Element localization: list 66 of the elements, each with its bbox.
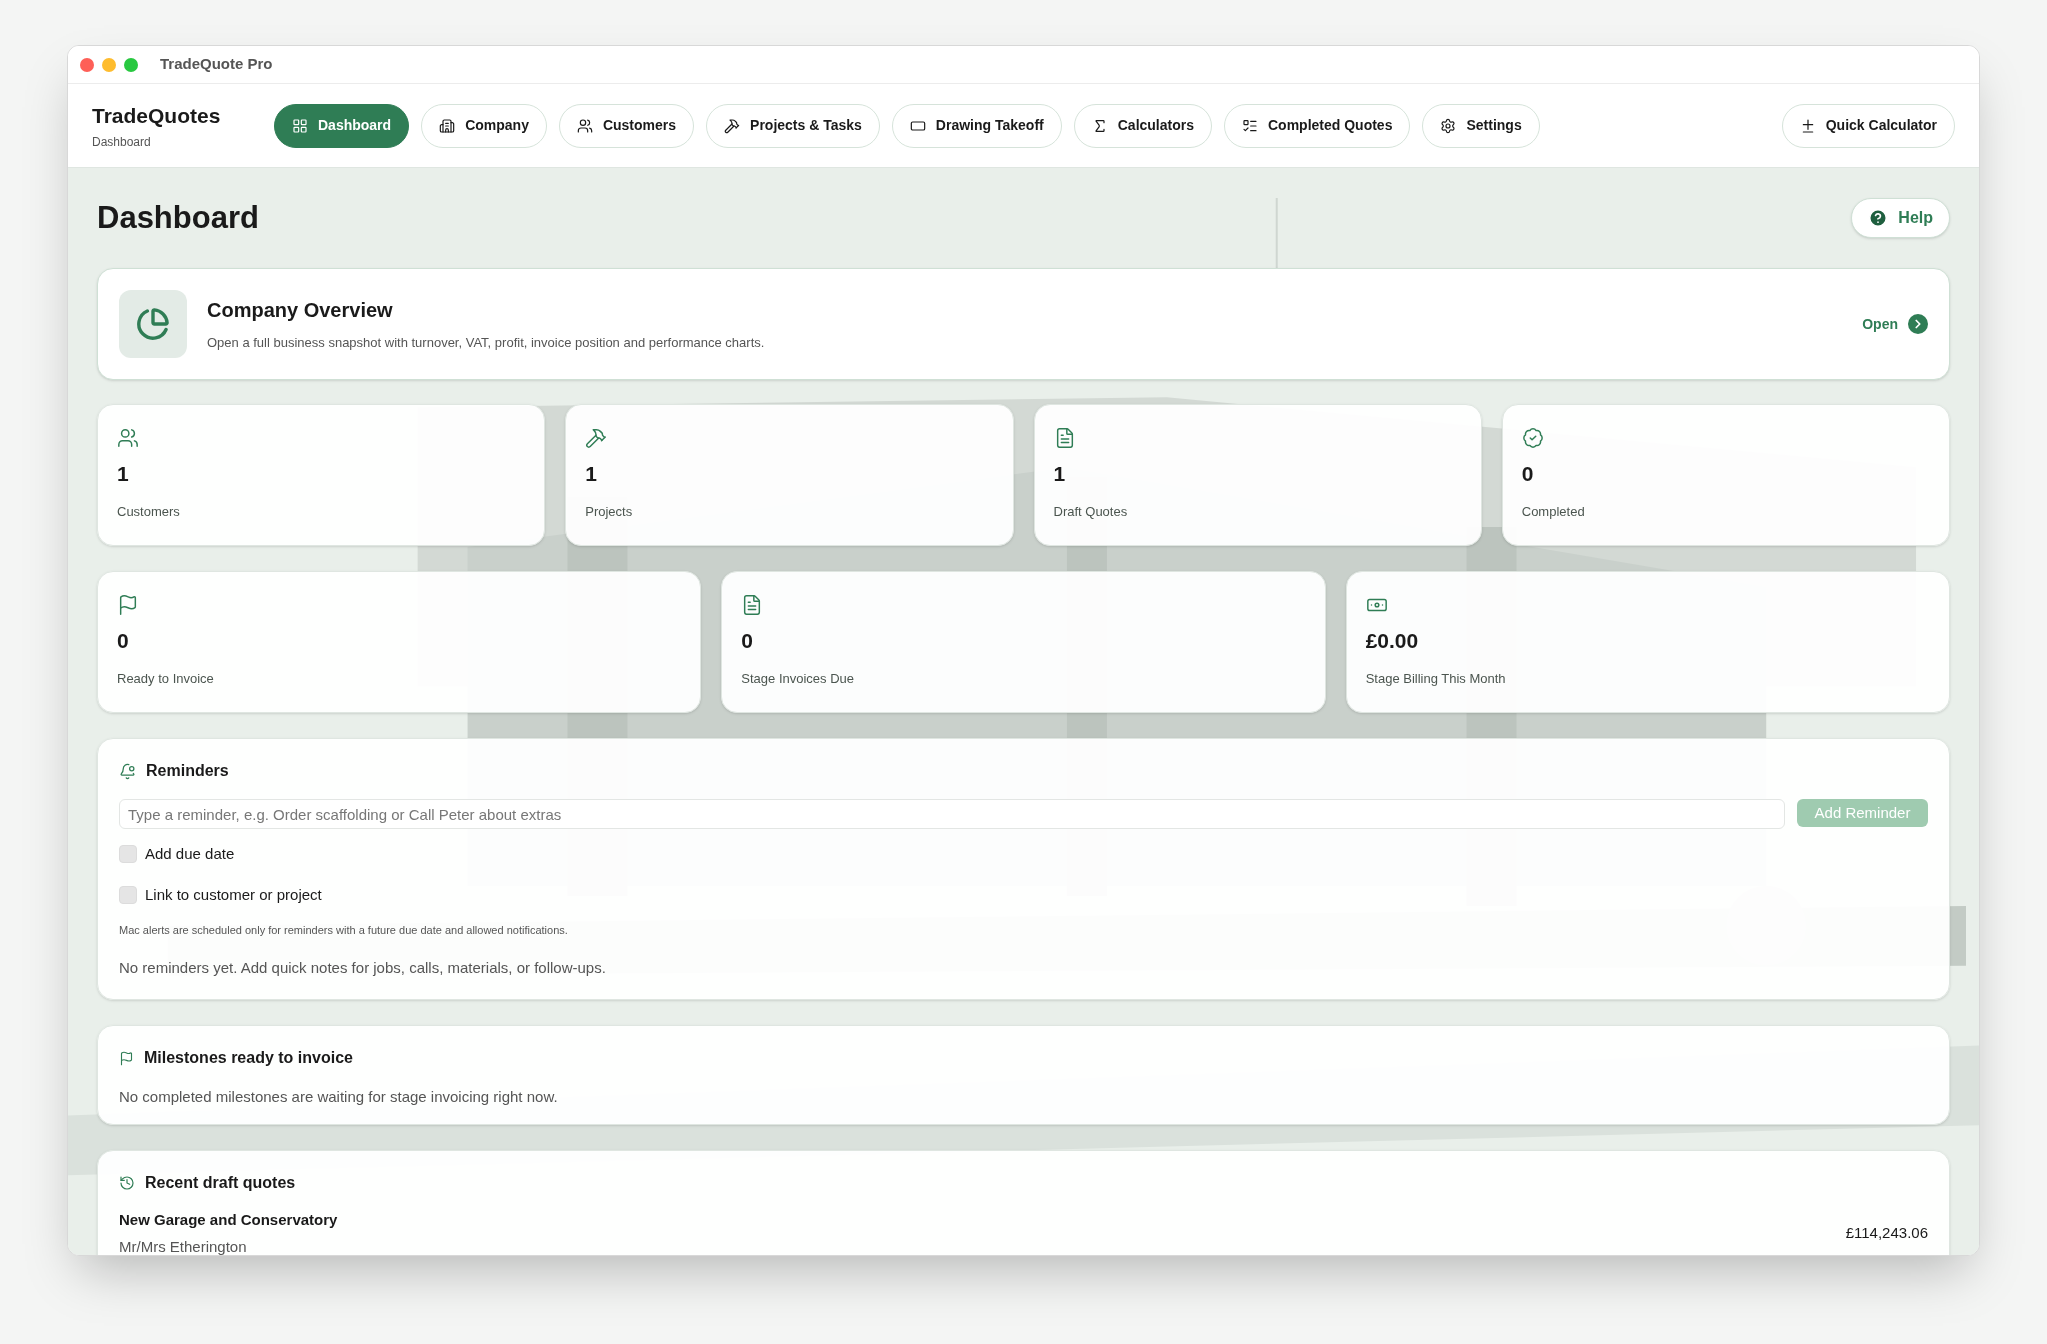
quote-amount: £114,243.06 bbox=[1845, 1223, 1928, 1244]
stat-value: £0.00 bbox=[1365, 630, 1420, 651]
nav-tab[interactable]: Customers bbox=[558, 103, 695, 148]
checkbox-label: Link to customer or project bbox=[145, 884, 322, 905]
reminder-input[interactable]: Type a reminder, e.g. Order scaffolding or Call Peter about extras bbox=[119, 799, 1785, 829]
stat-value: 0 bbox=[741, 630, 754, 651]
zoom-button[interactable] bbox=[124, 57, 138, 72]
checkbox[interactable] bbox=[119, 845, 137, 864]
help-button[interactable]: Help bbox=[1851, 198, 1950, 238]
window-title: TradeQuote Pro bbox=[160, 54, 273, 75]
nav-tab[interactable]: Drawing Takeoff bbox=[891, 103, 1062, 148]
quote-row[interactable]: New Garage and Conservatory Mr/Mrs Etherington £114,243.06 bbox=[119, 1209, 1928, 1255]
help-icon bbox=[1868, 208, 1889, 228]
stat-label: Ready to Invoice bbox=[117, 670, 215, 688]
checkbox[interactable] bbox=[119, 885, 137, 904]
hammer-icon bbox=[585, 427, 608, 449]
stat-label: Stage Billing This Month bbox=[1365, 670, 1507, 688]
stat-value: 0 bbox=[1521, 463, 1535, 484]
overview-title: Company Overview bbox=[207, 298, 394, 324]
people-icon bbox=[117, 427, 139, 449]
hammer-icon bbox=[724, 117, 741, 134]
list-icon bbox=[1242, 117, 1258, 134]
nav-tab[interactable]: Completed Quotes bbox=[1224, 103, 1411, 148]
nav-tab[interactable]: Calculators bbox=[1073, 103, 1212, 148]
stat-label: Stage Invoices Due bbox=[741, 670, 856, 688]
stat-label: Draft Quotes bbox=[1053, 503, 1129, 521]
flag-icon bbox=[117, 594, 139, 616]
overview-card[interactable]: Company Overview Open a full business snapshot with turnover, VAT, profit, invoice position and performance charts. Open bbox=[97, 268, 1950, 380]
badge-check-icon bbox=[1521, 427, 1544, 449]
minimize-button[interactable] bbox=[102, 57, 116, 72]
reminders-title: Reminders bbox=[146, 761, 229, 781]
stat-label: Completed bbox=[1521, 503, 1586, 521]
quote-customer: Mr/Mrs Etherington bbox=[119, 1236, 248, 1255]
chevron-icon bbox=[1908, 314, 1928, 334]
stat-label: Projects bbox=[585, 503, 634, 521]
empty-message: No completed milestones are waiting for stage invoicing right now. bbox=[119, 1087, 559, 1107]
recent-title: Recent draft quotes bbox=[145, 1173, 296, 1193]
close-button[interactable] bbox=[80, 57, 94, 72]
people-icon bbox=[576, 117, 593, 134]
flag-icon bbox=[119, 1050, 134, 1066]
page-title: Dashboard bbox=[97, 198, 259, 237]
checkbox-label: Add due date bbox=[145, 844, 235, 864]
quote-title: New Garage and Conservatory bbox=[119, 1210, 338, 1230]
nav-tab[interactable]: Projects & Tasks bbox=[706, 103, 880, 148]
pie-chart-icon bbox=[136, 307, 170, 341]
empty-message: No reminders yet. Add quick notes for jobs, calls, materials, or follow-ups. bbox=[119, 957, 607, 978]
stat-label: Customers bbox=[117, 503, 181, 521]
alert-note: Mac alerts are scheduled only for reminders with a future due date and allowed notifications. bbox=[119, 923, 569, 938]
app-brand: TradeQuotes bbox=[92, 102, 222, 129]
stat-value: 1 bbox=[1053, 463, 1067, 484]
nav-tab[interactable]: Settings bbox=[1422, 103, 1540, 148]
app-subtitle: Dashboard bbox=[92, 134, 152, 152]
grid-icon bbox=[292, 117, 308, 134]
settings-icon bbox=[1440, 117, 1457, 134]
building-icon bbox=[439, 117, 456, 134]
nav-tab[interactable]: Company bbox=[421, 103, 547, 148]
quick-calculator-button[interactable]: Quick Calculator bbox=[1781, 103, 1955, 148]
nav-tab[interactable]: Dashboard bbox=[274, 103, 410, 148]
history-icon bbox=[119, 1175, 135, 1191]
bell-icon bbox=[119, 762, 136, 780]
stat-value: 1 bbox=[117, 463, 130, 484]
overview-description: Open a full business snapshot with turnover, VAT, profit, invoice position and performance charts. bbox=[207, 334, 765, 353]
stat-value: 1 bbox=[585, 463, 598, 484]
open-link[interactable]: Open bbox=[1862, 313, 1928, 335]
milestones-title: Milestones ready to invoice bbox=[144, 1048, 353, 1068]
stat-value: 0 bbox=[117, 630, 130, 651]
